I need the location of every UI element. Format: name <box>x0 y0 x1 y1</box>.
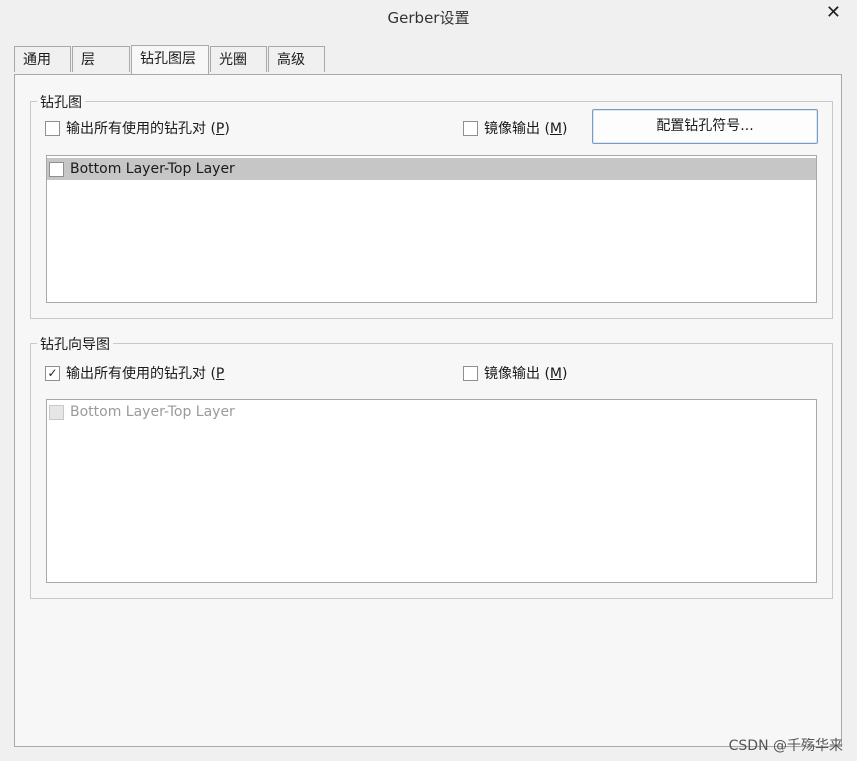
check-icon[interactable]: ✓ <box>45 365 60 381</box>
checkbox-box[interactable] <box>49 161 64 177</box>
configure-drill-symbols-button[interactable]: 配置钻孔符号... <box>592 109 818 144</box>
list-item: Bottom Layer-Top Layer <box>47 401 816 423</box>
mirror-checkbox[interactable]: 镜像输出 (M) <box>463 363 567 383</box>
plot-all-used-checkbox[interactable]: ✓ 输出所有使用的钻孔对 (P <box>45 363 224 383</box>
plot-all-used-label: 输出所有使用的钻孔对 (P <box>66 366 225 382</box>
checkbox-box[interactable] <box>463 120 478 136</box>
tab-panel: 钻孔图 输出所有使用的钻孔对 (P) 镜像输出 (M) 配置钻孔符号... Bo… <box>14 74 842 747</box>
mirror-label: 镜像输出 (M) <box>484 121 568 137</box>
checkbox-box[interactable] <box>463 365 478 381</box>
tab-apertures[interactable]: 光圈 <box>210 46 267 72</box>
tab-advanced[interactable]: 高级 <box>268 46 325 72</box>
drill-drawing-group: 钻孔图 输出所有使用的钻孔对 (P) 镜像输出 (M) 配置钻孔符号... Bo… <box>30 92 833 319</box>
mirror-label: 镜像输出 (M) <box>484 366 568 382</box>
list-item-label: Bottom Layer-Top Layer <box>70 161 235 177</box>
checkbox-box[interactable] <box>45 120 60 136</box>
mirror-checkbox[interactable]: 镜像输出 (M) <box>463 118 567 138</box>
tab-general[interactable]: 通用 <box>14 46 71 72</box>
tab-layers[interactable]: 层 <box>72 46 130 72</box>
plot-all-used-label: 输出所有使用的钻孔对 (P) <box>66 121 230 137</box>
list-item-label: Bottom Layer-Top Layer <box>70 404 235 420</box>
drill-pair-list[interactable]: Bottom Layer-Top Layer <box>46 155 817 303</box>
plot-all-used-checkbox[interactable]: 输出所有使用的钻孔对 (P) <box>45 118 230 138</box>
drill-guide-group: 钻孔向导图 ✓ 输出所有使用的钻孔对 (P 镜像输出 (M) Bottom La… <box>30 334 833 599</box>
drill-guide-legend: 钻孔向导图 <box>37 334 113 354</box>
title-bar: Gerber设置 ✕ <box>0 0 857 34</box>
drill-drawing-legend: 钻孔图 <box>37 92 85 112</box>
window-title: Gerber设置 <box>387 9 470 27</box>
checkbox-box <box>49 404 64 420</box>
watermark: CSDN @千殇华来 <box>728 738 843 754</box>
guide-pair-list[interactable]: Bottom Layer-Top Layer <box>46 399 817 583</box>
list-item[interactable]: Bottom Layer-Top Layer <box>47 158 816 180</box>
close-icon[interactable]: ✕ <box>826 2 841 23</box>
tab-drill-drawing[interactable]: 钻孔图层 <box>131 45 209 74</box>
